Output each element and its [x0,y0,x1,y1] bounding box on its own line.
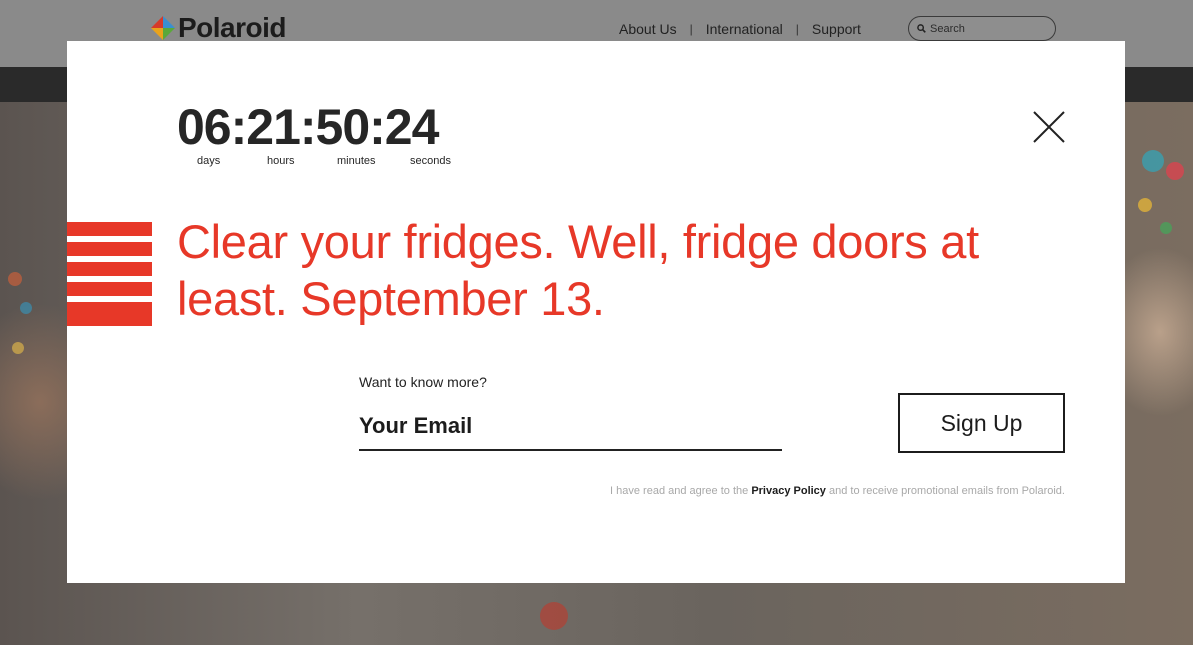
form-prompt: Want to know more? [359,374,487,390]
countdown-seconds-label: seconds [410,155,451,167]
search-input[interactable] [930,22,1040,35]
countdown-labels: days hours minutes seconds [177,155,451,169]
nav-separator: | [689,22,693,36]
countdown-timer: 06:21:50:24 days hours minutes seconds [177,99,451,169]
polaroid-logo[interactable]: Polaroid [150,12,287,44]
legal-prefix: I have read and agree to the [610,485,749,497]
countdown-value: 06:21:50:24 [177,99,439,155]
nav-international[interactable]: International [706,21,783,37]
red-stripes-decoration [67,222,152,326]
newsletter-modal: 06:21:50:24 days hours minutes seconds C… [67,41,1125,583]
nav-separator: | [795,22,799,36]
search-icon [917,20,926,38]
promo-headline: Clear your fridges. Well, fridge doors a… [177,215,979,325]
countdown-days-label: days [197,155,221,167]
legal-suffix: and to receive promotional emails from P… [828,485,1065,497]
countdown-hours-label: hours [267,155,295,167]
sign-up-button[interactable]: Sign Up [898,393,1065,453]
privacy-policy-link[interactable]: Privacy Policy [751,485,826,497]
countdown-minutes-label: minutes [337,155,376,167]
brand-name: Polaroid [178,12,287,43]
email-field[interactable] [359,403,782,451]
nav-about-us[interactable]: About Us [619,21,677,37]
close-icon[interactable] [1031,109,1067,145]
legal-notice: I have read and agree to the Privacy Pol… [610,485,1065,497]
polaroid-rainbow-icon [150,15,176,41]
search-box[interactable] [908,16,1056,41]
top-nav: About Us | International | Support [619,21,861,37]
nav-support[interactable]: Support [812,21,861,37]
